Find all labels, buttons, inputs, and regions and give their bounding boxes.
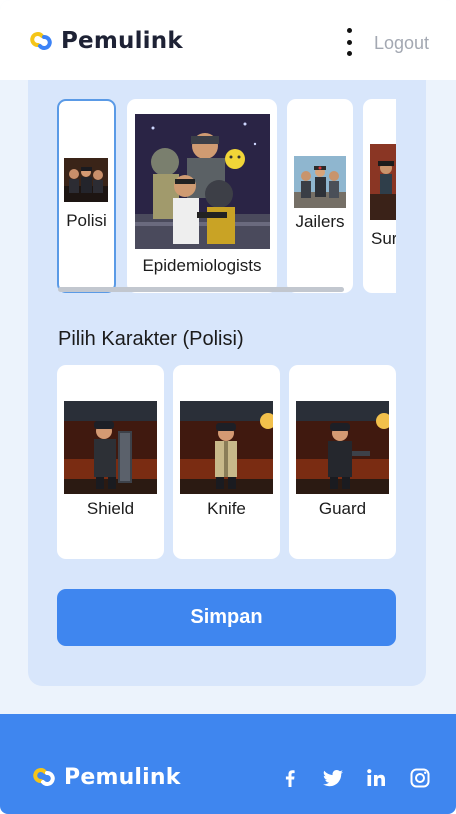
link-logo-icon bbox=[33, 768, 55, 786]
header: Pemulink Logout bbox=[0, 0, 456, 80]
character-card-shield[interactable]: Shield bbox=[57, 365, 164, 559]
character-thumbnail-guard bbox=[296, 401, 389, 494]
category-thumbnail-jailers bbox=[294, 156, 346, 208]
category-card-epidemiologists[interactable]: Epidemiologists bbox=[127, 99, 277, 293]
category-carousel[interactable]: Polisi Epidemiologists Jailers Sur bbox=[50, 92, 396, 297]
twitter-icon[interactable] bbox=[321, 766, 345, 790]
brand-name: Pemulink bbox=[61, 28, 183, 54]
save-button[interactable]: Simpan bbox=[57, 589, 396, 646]
category-label: Polisi bbox=[66, 211, 107, 230]
category-card-jailers[interactable]: Jailers bbox=[287, 99, 353, 293]
category-thumbnail-polisi bbox=[64, 158, 108, 202]
character-label: Knife bbox=[207, 499, 246, 518]
category-thumbnail-epidemiologists bbox=[135, 114, 270, 249]
instagram-icon[interactable] bbox=[408, 766, 432, 790]
character-thumbnail-shield bbox=[64, 401, 157, 494]
logout-link[interactable]: Logout bbox=[374, 33, 429, 54]
carousel-scrollbar-thumb[interactable] bbox=[58, 287, 344, 292]
category-label: Sur bbox=[371, 229, 396, 248]
character-label: Shield bbox=[86, 499, 135, 518]
character-label: Guard bbox=[318, 499, 367, 518]
footer-brand-name: Pemulink bbox=[64, 764, 181, 790]
footer-brand-logo[interactable]: Pemulink bbox=[30, 762, 181, 792]
link-logo-icon bbox=[30, 32, 52, 50]
category-label: Epidemiologists bbox=[142, 256, 262, 275]
category-label: Jailers bbox=[295, 212, 345, 231]
facebook-icon[interactable] bbox=[278, 766, 302, 790]
category-card-polisi[interactable]: Polisi bbox=[57, 99, 116, 293]
linkedin-icon[interactable] bbox=[364, 766, 388, 790]
brand-logo[interactable]: Pemulink bbox=[27, 26, 183, 56]
character-section-title: Pilih Karakter (Polisi) bbox=[58, 328, 244, 350]
more-vertical-icon[interactable] bbox=[340, 28, 358, 56]
category-card-sur[interactable]: Sur bbox=[363, 99, 396, 293]
footer: Pemulink bbox=[0, 714, 456, 814]
character-thumbnail-knife bbox=[180, 401, 273, 494]
app-frame: Pemulink Logout Polisi Epidemiologists J… bbox=[0, 0, 456, 814]
character-card-knife[interactable]: Knife bbox=[173, 365, 280, 559]
character-card-guard[interactable]: Guard bbox=[289, 365, 396, 559]
category-thumbnail-sur bbox=[370, 144, 396, 220]
